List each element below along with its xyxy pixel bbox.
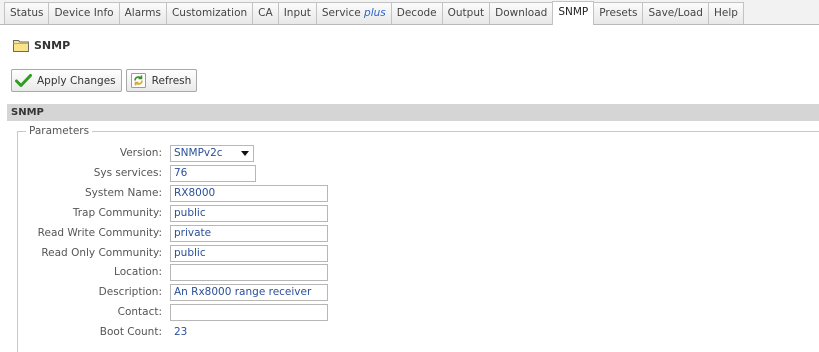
tab-save-load[interactable]: Save/Load xyxy=(642,2,709,24)
tab-label: Service xyxy=(321,7,365,19)
system-name-input[interactable] xyxy=(170,184,328,202)
tab-output[interactable]: Output xyxy=(441,2,491,24)
refresh-label: Refresh xyxy=(151,74,192,87)
boot-count-value: 23 xyxy=(174,326,188,338)
description-input[interactable] xyxy=(170,283,328,301)
version-row: Version: SNMPv2c xyxy=(0,144,254,162)
sys-services-label: Sys services: xyxy=(93,167,162,179)
tab-label: CA xyxy=(258,7,273,19)
tab-label: Output xyxy=(447,7,485,19)
trap-community-label: Trap Community: xyxy=(72,207,162,219)
location-input[interactable] xyxy=(170,263,328,281)
tab-label: Help xyxy=(713,7,738,19)
read-only-community-row: Read Only Community: xyxy=(0,244,328,262)
tab-status[interactable]: Status xyxy=(4,2,50,24)
tab-presets[interactable]: Presets xyxy=(593,2,644,24)
tab-decode[interactable]: Decode xyxy=(390,2,443,24)
tab-input[interactable]: Input xyxy=(277,2,317,24)
tab-label: Alarms xyxy=(124,7,161,19)
tab-bar: Status Device Info Alarms Customization … xyxy=(0,0,819,25)
tab-label: Presets xyxy=(599,7,638,19)
refresh-button[interactable]: Refresh xyxy=(125,69,198,92)
tab-label: Customization xyxy=(171,7,248,19)
read-only-community-input[interactable] xyxy=(170,244,328,262)
system-name-label: System Name: xyxy=(84,187,162,199)
tab-label: Status xyxy=(10,7,44,19)
tab-label: SNMP xyxy=(558,6,589,18)
page-title-text: SNMP xyxy=(34,39,71,52)
tab-ca[interactable]: CA xyxy=(252,2,279,24)
version-label: Version: xyxy=(119,147,162,159)
folder-icon xyxy=(13,39,29,52)
section-header: SNMP xyxy=(7,104,819,121)
contact-label: Contact: xyxy=(117,306,162,318)
apply-changes-button[interactable]: Apply Changes xyxy=(11,69,122,92)
tab-label: Download xyxy=(495,7,548,19)
boot-count-row: Boot Count: 23 xyxy=(0,323,188,341)
checkmark-icon xyxy=(15,73,32,88)
tab-snmp[interactable]: SNMP xyxy=(552,1,595,25)
version-select[interactable]: SNMPv2c xyxy=(170,144,254,162)
apply-changes-label: Apply Changes xyxy=(37,74,116,87)
read-write-community-label: Read Write Community: xyxy=(37,227,162,239)
tab-alarms[interactable]: Alarms xyxy=(118,2,167,24)
sys-services-row: Sys services: xyxy=(0,164,256,182)
system-name-row: System Name: xyxy=(0,184,328,202)
chevron-down-icon xyxy=(241,150,249,156)
tab-label: Decode xyxy=(396,7,437,19)
tab-download[interactable]: Download xyxy=(489,2,554,24)
tab-device-info[interactable]: Device Info xyxy=(48,2,120,24)
boot-count-label: Boot Count: xyxy=(99,326,162,338)
description-label: Description: xyxy=(98,286,162,298)
refresh-icon xyxy=(130,73,147,88)
page-title: SNMP xyxy=(13,39,70,52)
trap-community-row: Trap Community: xyxy=(0,204,328,222)
location-label: Location: xyxy=(114,266,162,278)
tab-service-plus[interactable]: Service plus xyxy=(315,2,392,24)
read-only-community-label: Read Only Community: xyxy=(41,247,162,259)
tab-label: Device Info xyxy=(54,7,114,19)
contact-row: Contact: xyxy=(0,303,328,321)
trap-community-input[interactable] xyxy=(170,204,328,222)
tab-customization[interactable]: Customization xyxy=(165,2,254,24)
tab-label-suffix: plus xyxy=(364,7,386,19)
toolbar: Apply Changes Refresh xyxy=(11,69,198,92)
read-write-community-row: Read Write Community: xyxy=(0,224,328,242)
tab-help[interactable]: Help xyxy=(707,2,744,24)
version-value: SNMPv2c xyxy=(174,147,223,159)
parameters-legend: Parameters xyxy=(26,125,93,137)
description-row: Description: xyxy=(0,283,328,301)
sys-services-input[interactable] xyxy=(170,164,256,182)
tab-label: Save/Load xyxy=(648,7,703,19)
read-write-community-input[interactable] xyxy=(170,224,328,242)
tab-label: Input xyxy=(283,7,311,19)
contact-input[interactable] xyxy=(170,303,328,321)
location-row: Location: xyxy=(0,263,328,281)
